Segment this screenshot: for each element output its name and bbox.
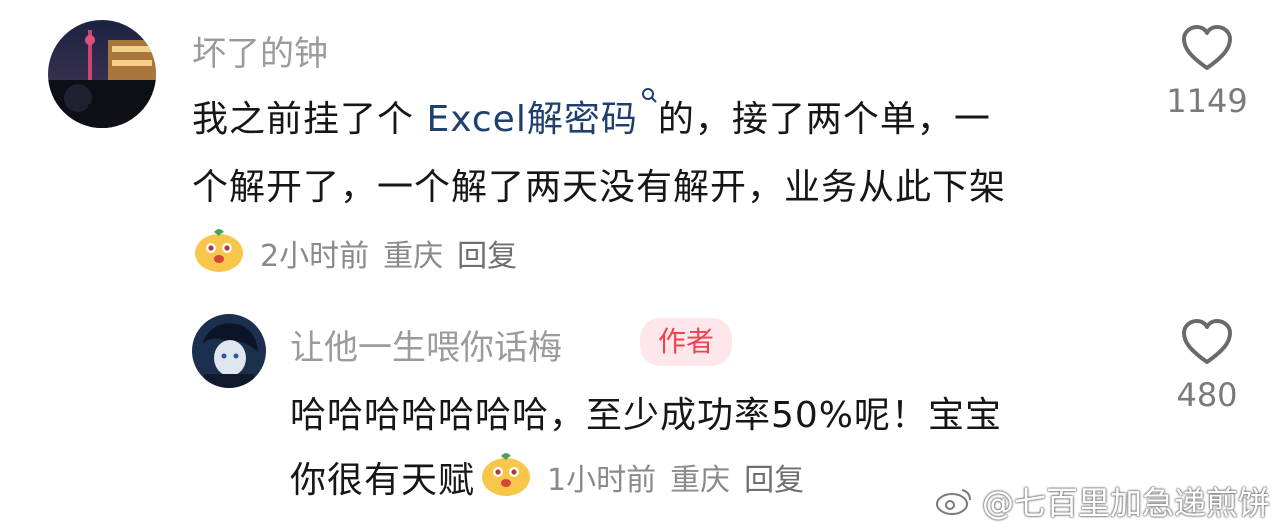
cute-face-emoji-icon xyxy=(479,448,533,506)
comment-time: 2小时前 xyxy=(260,239,370,274)
cute-face-emoji-icon xyxy=(192,224,246,282)
reply-like-button[interactable]: 480 xyxy=(1162,318,1252,414)
weibo-logo-icon xyxy=(935,489,971,515)
comment-text-line-1: 我之前挂了个 Excel解密码 的，接了两个单，一 xyxy=(192,88,991,142)
comment-like-button[interactable]: 1149 xyxy=(1162,24,1252,120)
comment-reply-button[interactable]: 回复 xyxy=(457,231,517,275)
watermark: @七百里加急递煎饼 xyxy=(934,478,1270,524)
heart-outline-icon[interactable] xyxy=(1180,318,1234,366)
reply-text-line-2: 你很有天赋 xyxy=(290,460,476,501)
watermark-text: @七百里加急递煎饼 xyxy=(981,484,1270,522)
comment-like-count: 1149 xyxy=(1166,82,1248,120)
commenter-username[interactable]: 坏了的钟 xyxy=(192,26,328,75)
comment-meta: 2小时前 重庆 回复 xyxy=(192,224,531,282)
reply-text-line-2-row: 你很有天赋 1小时前 重庆 回复 xyxy=(290,448,818,506)
comment-text-prefix: 我之前挂了个 xyxy=(192,99,427,140)
commenter-avatar[interactable] xyxy=(48,20,156,128)
reply-time: 1小时前 xyxy=(547,463,657,498)
reply-reply-button[interactable]: 回复 xyxy=(744,455,804,499)
comment-location: 重庆 xyxy=(383,239,444,274)
search-keyword-link[interactable]: Excel解密码 xyxy=(426,99,637,140)
heart-outline-icon[interactable] xyxy=(1180,24,1234,72)
reply-like-count: 480 xyxy=(1176,376,1238,414)
reply-text-line-1: 哈哈哈哈哈哈哈，至少成功率50%呢！宝宝 xyxy=(290,395,1003,436)
reply-location: 重庆 xyxy=(670,463,731,498)
search-icon[interactable] xyxy=(640,86,658,104)
reply-author-username[interactable]: 让他一生喂你话梅 xyxy=(290,320,562,369)
comment-text-suffix: 的，接了两个单，一 xyxy=(657,99,991,140)
reply-author-avatar[interactable] xyxy=(192,314,266,388)
author-badge: 作者 xyxy=(640,318,733,366)
comment-text-line-2: 个解开了，一个解了两天没有解开，业务从此下架 xyxy=(192,167,1007,208)
